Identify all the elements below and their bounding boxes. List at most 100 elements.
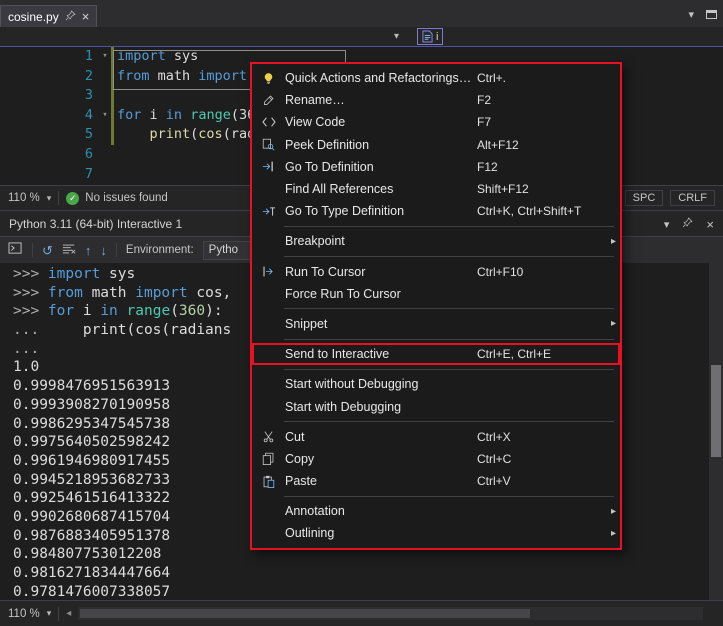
menu-item-start-without-debugging[interactable]: Start without Debugging	[252, 373, 620, 395]
submenu-arrow-icon: ▸	[605, 236, 616, 247]
menu-item-shortcut: Shift+F12	[477, 182, 605, 196]
tab-bar-controls: ▾	[688, 8, 717, 21]
menu-item-shortcut: Ctrl+F10	[477, 265, 605, 279]
zoom-chevron-icon[interactable]: ▾	[47, 608, 52, 619]
repl-line: 0.9781476007338057	[13, 583, 709, 600]
menu-item-copy[interactable]: CopyCtrl+C	[252, 448, 620, 470]
code-token: 0.9986295347545738	[13, 416, 170, 432]
menu-item-annotation[interactable]: Annotation▸	[252, 500, 620, 522]
menu-item-label: Paste	[280, 474, 477, 488]
menu-item-breakpoint[interactable]: Breakpoint▸	[252, 230, 620, 252]
reset-icon[interactable]: ↺	[42, 244, 53, 257]
menu-item-run-to-cursor[interactable]: Run To CursorCtrl+F10	[252, 261, 620, 283]
close-icon[interactable]: ×	[82, 10, 90, 23]
window-menu-chevron-icon[interactable]: ▾	[664, 218, 670, 231]
code-token: for	[117, 107, 141, 123]
peek-definition-icon	[257, 138, 280, 151]
fold-chevron-icon[interactable]: ▾	[99, 106, 111, 126]
code-token: for	[48, 303, 74, 319]
code-token: math	[150, 68, 199, 84]
separator	[116, 243, 117, 257]
symbol-dropdown[interactable]: i	[417, 28, 443, 45]
fold-chevron-icon[interactable]: ▾	[99, 47, 111, 67]
code-token: range	[190, 107, 231, 123]
code-token: 0.9781476007338057	[13, 584, 170, 600]
code-token: 0.9975640502598242	[13, 434, 170, 450]
cut-icon	[257, 430, 280, 443]
interactive-window-icon[interactable]	[8, 242, 23, 258]
tab-cosine-py[interactable]: cosine.py ×	[0, 5, 97, 27]
scrollbar-thumb[interactable]	[80, 609, 530, 618]
document-health-indicator[interactable]: ✓ No issues found	[66, 192, 167, 205]
view-code-icon	[257, 116, 280, 128]
menu-item-quick-actions-and-refactorings[interactable]: Quick Actions and Refactorings…Ctrl+.	[252, 67, 620, 89]
menu-item-label: Go To Type Definition	[280, 204, 477, 218]
separator	[32, 243, 33, 257]
code-token: 0.9902680687415704	[13, 509, 170, 525]
menu-item-label: Cut	[280, 430, 477, 444]
clear-screen-icon[interactable]	[62, 243, 76, 258]
menu-item-force-run-to-cursor[interactable]: Force Run To Cursor	[252, 283, 620, 305]
history-previous-icon[interactable]: ↑	[85, 244, 92, 257]
menu-item-label: Start with Debugging	[280, 400, 477, 414]
menu-item-find-all-references[interactable]: Find All ReferencesShift+F12	[252, 178, 620, 200]
line-ending-indicator[interactable]: CRLF	[670, 190, 715, 206]
code-text: from math import	[114, 67, 247, 87]
menu-item-label: Run To Cursor	[280, 265, 477, 279]
code-token: 0.9961946980917455	[13, 453, 170, 469]
document-list-chevron-icon[interactable]: ▾	[688, 8, 694, 21]
zoom-level[interactable]: 110 %	[8, 192, 40, 204]
window-layout-icon[interactable]	[706, 10, 717, 19]
menu-item-go-to-type-definition[interactable]: Go To Type DefinitionCtrl+K, Ctrl+Shift+…	[252, 200, 620, 222]
line-number: 7	[0, 165, 99, 185]
tab-title: cosine.py	[8, 10, 59, 24]
code-text	[114, 86, 117, 106]
tool-window-controls: ▾ ×	[664, 217, 714, 232]
menu-item-rename[interactable]: Rename…F2	[252, 89, 620, 111]
fold-margin	[99, 125, 111, 145]
zoom-level[interactable]: 110 %	[8, 608, 40, 620]
document-tab-bar: cosine.py × ▾	[0, 0, 723, 27]
menu-item-start-with-debugging[interactable]: Start with Debugging	[252, 395, 620, 417]
code-token: 0.9998476951563913	[13, 378, 170, 394]
menu-item-snippet[interactable]: Snippet ▸	[252, 313, 620, 335]
scrollbar-thumb[interactable]	[711, 365, 721, 457]
code-text: import sys	[114, 47, 198, 67]
menu-item-label: Copy	[280, 452, 477, 466]
zoom-chevron-icon[interactable]: ▾	[47, 193, 52, 204]
code-token: >>>	[13, 285, 48, 301]
vertical-scrollbar[interactable]	[709, 237, 723, 600]
menu-item-paste[interactable]: PasteCtrl+V	[252, 470, 620, 492]
pin-icon[interactable]	[65, 8, 76, 26]
horizontal-scrollbar[interactable]	[78, 607, 703, 620]
submenu-arrow-icon: ▸	[605, 318, 616, 329]
code-token: i	[74, 303, 100, 319]
menu-item-label: Snippet	[280, 317, 477, 331]
close-icon[interactable]: ×	[706, 217, 714, 232]
scroll-left-icon[interactable]: ◂	[66, 608, 71, 619]
menu-item-go-to-definition[interactable]: Go To DefinitionF12	[252, 156, 620, 178]
code-token	[48, 322, 83, 338]
code-token: import	[117, 48, 166, 64]
pin-icon[interactable]	[682, 217, 693, 231]
menu-item-send-to-interactive[interactable]: Send to InteractiveCtrl+E, Ctrl+E	[252, 343, 620, 365]
fold-margin	[99, 86, 111, 106]
menu-item-outlining[interactable]: Outlining▸	[252, 522, 620, 544]
space-indicator[interactable]: SPC	[625, 190, 664, 206]
code-token: import	[48, 266, 100, 282]
code-token: 0.9876883405951378	[13, 528, 170, 544]
menu-item-cut[interactable]: CutCtrl+X	[252, 426, 620, 448]
menu-item-label: Go To Definition	[280, 160, 477, 174]
check-icon: ✓	[66, 192, 79, 205]
paste-icon	[257, 475, 280, 488]
run-to-cursor-icon	[257, 265, 280, 278]
menu-item-shortcut: Ctrl+X	[477, 430, 605, 444]
menu-item-peek-definition[interactable]: Peek DefinitionAlt+F12	[252, 134, 620, 156]
menu-separator	[284, 226, 614, 227]
menu-item-view-code[interactable]: View CodeF7	[252, 111, 620, 133]
nav-chevron-icon[interactable]: ▾	[394, 31, 399, 42]
menu-item-shortcut: Ctrl+K, Ctrl+Shift+T	[477, 204, 605, 218]
fold-margin	[99, 67, 111, 87]
history-next-icon[interactable]: ↓	[100, 244, 107, 257]
code-token: ...	[13, 322, 48, 338]
